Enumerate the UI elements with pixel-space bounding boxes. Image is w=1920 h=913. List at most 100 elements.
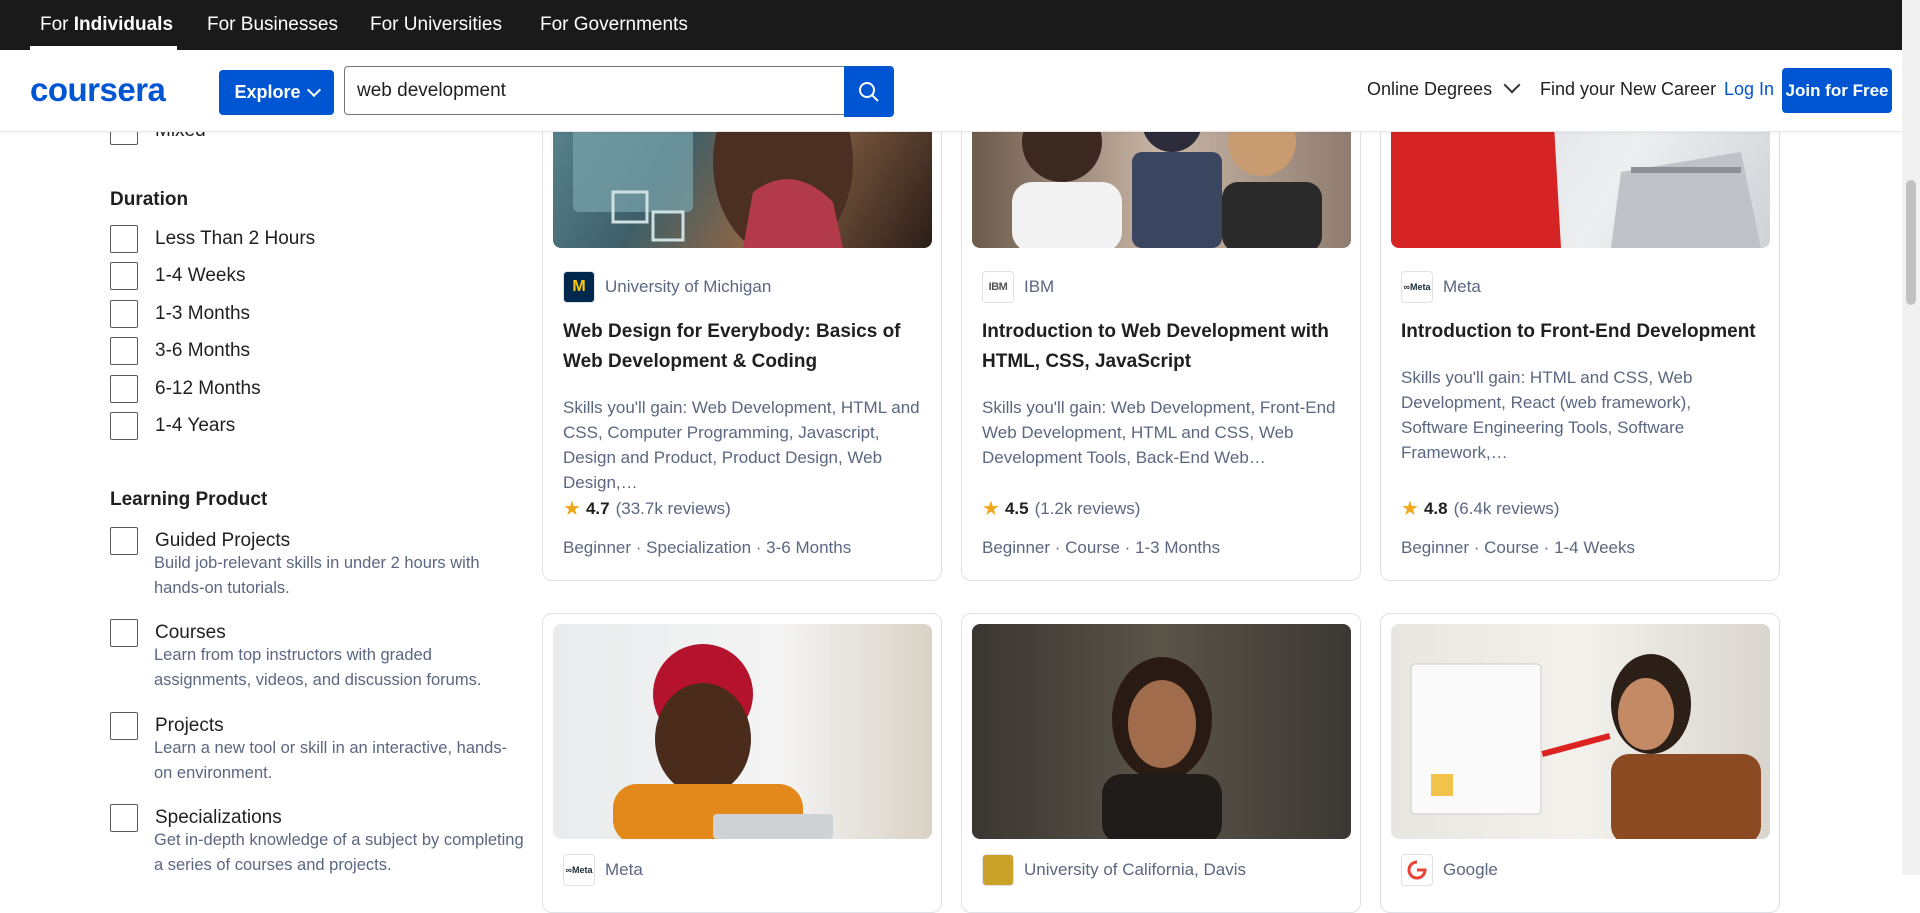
checkbox[interactable] — [110, 225, 138, 253]
audience-bar: For Individuals For Businesses For Unive… — [0, 0, 1920, 50]
course-image-illustration — [1410, 654, 1761, 839]
checkbox[interactable] — [110, 412, 138, 440]
meta-logo: ∞Meta — [1401, 271, 1433, 303]
filter-label: Mixed — [155, 131, 206, 145]
chevron-down-icon — [1503, 76, 1521, 94]
ibm-logo: IBM — [982, 271, 1014, 303]
course-card[interactable]: University of California, Davis — [961, 613, 1361, 913]
course-title[interactable]: Web Design for Everybody: Basics of Web … — [563, 317, 923, 377]
course-card[interactable]: ∞Meta Meta — [542, 613, 942, 913]
tab-for-universities[interactable]: For Universities — [370, 0, 502, 50]
tab-prefix: For — [40, 14, 74, 35]
course-skills: Skills you'll gain: HTML and CSS, Web De… — [1401, 368, 1693, 462]
filter-option-duration[interactable]: 3-6 Months — [110, 337, 250, 365]
rating-value: 4.8 — [1423, 498, 1448, 518]
partner: M University of Michigan — [563, 271, 771, 303]
course-image-illustration — [1102, 657, 1222, 839]
partner-name: Meta — [1443, 277, 1481, 296]
partner: IBM IBM — [982, 271, 1054, 303]
course-card[interactable]: ∞Meta Meta Introduction to Front-End Dev… — [1380, 71, 1780, 581]
tab-label-bold: Individuals — [73, 14, 174, 35]
online-degrees-label: Online Degrees — [1367, 79, 1493, 99]
search-button[interactable] — [844, 66, 894, 117]
checkbox[interactable] — [110, 131, 138, 145]
tab-for-governments[interactable]: For Governments — [540, 0, 688, 50]
checkbox[interactable] — [110, 337, 138, 365]
course-title[interactable]: Introduction to Front-End Development — [1401, 317, 1761, 347]
filter-description: Get in-depth knowledge of a subject by c… — [154, 831, 524, 874]
chevron-down-icon — [306, 82, 321, 98]
course-meta: Beginner · Course · 1-4 Weeks — [1401, 538, 1636, 557]
review-count: (33.7k reviews) — [615, 498, 731, 518]
page-scrollbar[interactable] — [1902, 0, 1920, 875]
login-link[interactable]: Log In — [1724, 79, 1774, 100]
filter-option-duration[interactable]: 1-3 Months — [110, 300, 250, 328]
uc-davis-logo — [982, 854, 1014, 886]
main-header: coursera Explore Online Degrees Find you… — [0, 50, 1920, 132]
star-icon: ★ — [982, 498, 1000, 520]
join-free-button[interactable]: Join for Free — [1782, 68, 1892, 113]
filter-label: 1-3 Months — [155, 303, 251, 324]
filter-description: Learn from top instructors with graded a… — [154, 646, 482, 689]
search-icon — [859, 81, 879, 102]
duration-title: Duration — [110, 189, 189, 210]
partner-name: Meta — [605, 860, 643, 879]
filter-option-duration[interactable]: 1-4 Years — [110, 412, 235, 440]
course-rating: ★ 4.7 (33.7k reviews) — [563, 496, 731, 521]
filter-description: Build job-relevant skills in under 2 hou… — [154, 554, 480, 597]
filter-option-duration[interactable]: Less Than 2 Hours — [110, 225, 315, 253]
course-image — [972, 624, 1351, 839]
tab-for-businesses[interactable]: For Businesses — [207, 0, 338, 50]
course-skills: Skills you'll gain: Web Development, HTM… — [563, 398, 920, 492]
tab-for-individuals[interactable]: For Individuals — [40, 0, 173, 50]
search-input[interactable] — [344, 66, 844, 115]
partner-name: IBM — [1024, 277, 1055, 296]
checkbox[interactable] — [110, 262, 138, 290]
course-card[interactable]: M University of Michigan Web Design for … — [542, 71, 942, 581]
partner-name: University of Michigan — [605, 277, 772, 296]
filter-label: 3-6 Months — [155, 340, 251, 361]
course-image-illustration — [613, 644, 833, 839]
checkbox[interactable] — [110, 375, 138, 403]
partner: ∞Meta Meta — [1401, 271, 1481, 303]
course-skills: Skills you'll gain: Web Development, Fro… — [982, 398, 1336, 467]
checkbox[interactable] — [110, 712, 138, 740]
filter-label: 1-4 Years — [155, 415, 236, 436]
filter-option-duration[interactable]: 6-12 Months — [110, 375, 261, 403]
scrollbar-thumb[interactable] — [1906, 180, 1916, 305]
course-card[interactable]: Google — [1380, 613, 1780, 913]
meta-logo: ∞Meta — [563, 854, 595, 886]
partner-name: Google — [1443, 860, 1498, 879]
course-rating: ★ 4.8 (6.4k reviews) — [1401, 496, 1559, 521]
filter-label: Less Than 2 Hours — [155, 228, 316, 249]
online-degrees-menu[interactable]: Online Degrees — [1367, 76, 1521, 100]
partner: Google — [1401, 854, 1498, 886]
partner: ∞Meta Meta — [563, 854, 643, 886]
checkbox[interactable] — [110, 619, 138, 647]
checkbox[interactable] — [110, 804, 138, 832]
learning-product-title: Learning Product — [110, 489, 268, 510]
rating-value: 4.5 — [1004, 498, 1029, 518]
search-bar — [344, 66, 894, 117]
filter-option-mixed[interactable]: Mixed — [110, 131, 206, 145]
explore-label: Explore — [234, 82, 301, 102]
course-card[interactable]: IBM IBM Introduction to Web Development … — [961, 71, 1361, 581]
google-g-icon — [1407, 860, 1427, 880]
course-image — [553, 624, 932, 839]
filter-label: 6-12 Months — [155, 378, 261, 399]
course-title[interactable]: Introduction to Web Development with HTM… — [982, 317, 1342, 377]
filter-option-duration[interactable]: 1-4 Weeks — [110, 262, 245, 290]
rating-value: 4.7 — [585, 498, 610, 518]
star-icon: ★ — [563, 498, 581, 520]
filter-description: Learn a new tool or skill in an interact… — [154, 739, 508, 782]
explore-button[interactable]: Explore — [219, 70, 334, 115]
checkbox[interactable] — [110, 300, 138, 328]
checkbox[interactable] — [110, 527, 138, 555]
filter-sidebar: Mixed Duration Less Than 2 Hours 1-4 Wee… — [0, 131, 530, 875]
course-rating: ★ 4.5 (1.2k reviews) — [982, 496, 1140, 521]
find-career-link[interactable]: Find your New Career — [1540, 79, 1716, 100]
coursera-logo[interactable]: coursera — [30, 71, 166, 109]
review-count: (1.2k reviews) — [1034, 498, 1141, 518]
google-logo — [1401, 854, 1433, 886]
review-count: (6.4k reviews) — [1453, 498, 1560, 518]
